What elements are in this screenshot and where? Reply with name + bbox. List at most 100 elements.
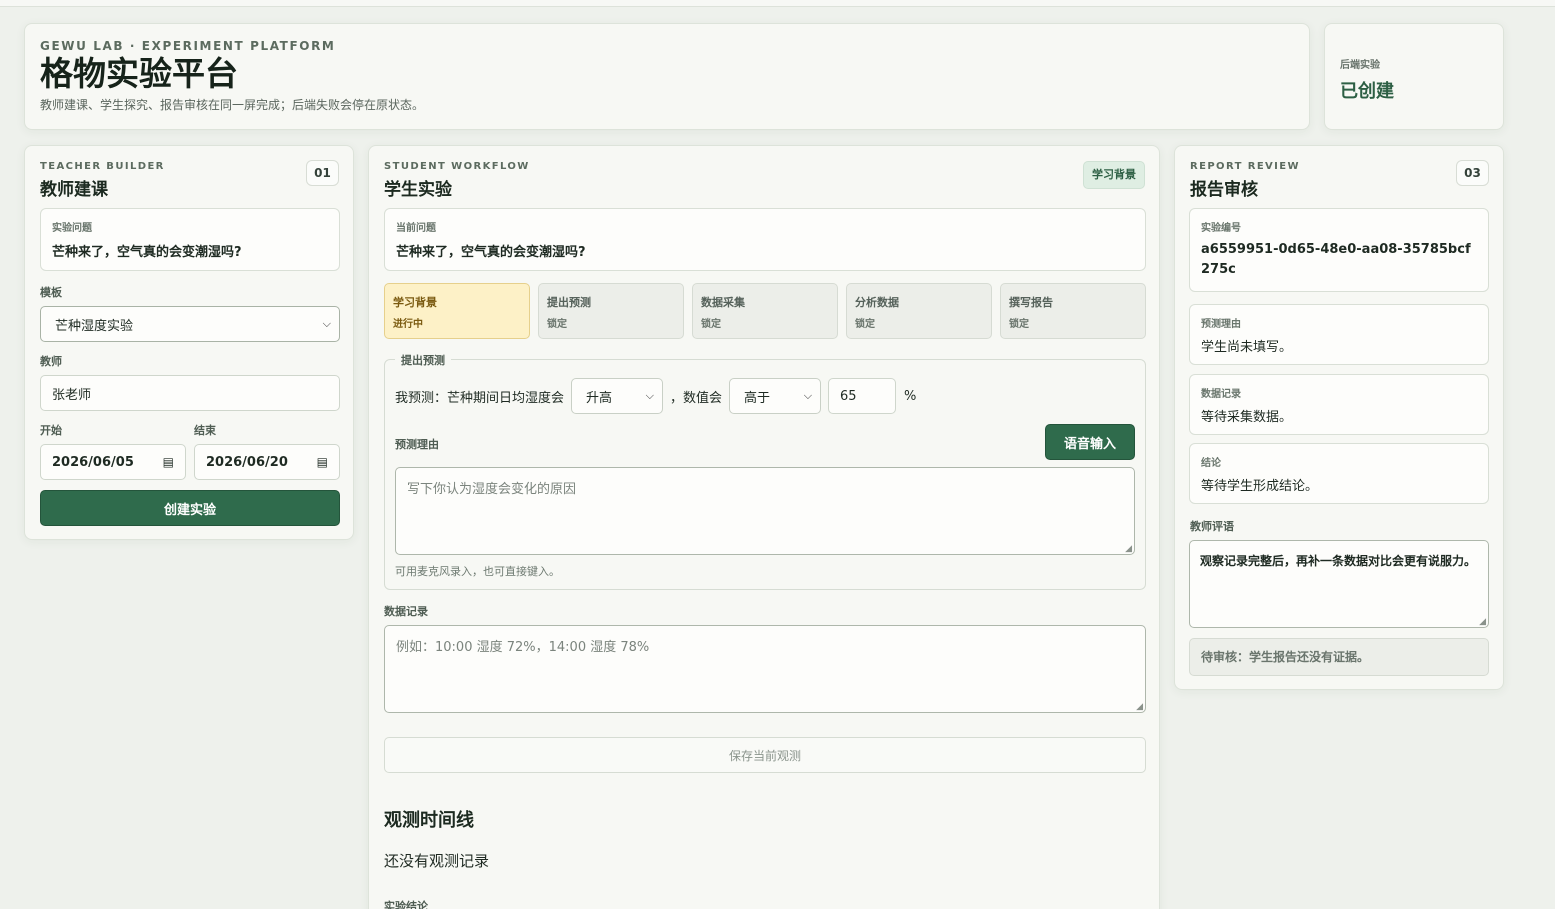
conclusion-label: 实验结论 [384, 900, 428, 909]
top-bar [0, 0, 1555, 7]
teacher-comment-textarea[interactable]: 观察记录完整后，再补一条数据对比会更有说服力。 ◢ [1189, 540, 1489, 628]
end-date-input[interactable]: 2026/06/20 ▤ [194, 444, 340, 480]
chevron-down-icon: ⌵ [645, 389, 655, 402]
review-conclusion-caption: 结论 [1201, 458, 1221, 469]
prediction-middle: ，数值会 [670, 390, 723, 406]
teacher-comment-value: 观察记录完整后，再补一条数据对比会更有说服力。 [1200, 554, 1477, 568]
experiment-question-box[interactable]: 实验问题 芒种来了，空气真的会变潮湿吗? [40, 208, 340, 271]
step-state: 锁定 [547, 319, 567, 330]
header-kicker: GEWU LAB · EXPERIMENT PLATFORM [40, 39, 336, 53]
direction-select-value: 升高 [586, 390, 613, 406]
header-card: GEWU LAB · EXPERIMENT PLATFORM 格物实验平台 教师… [24, 23, 1310, 130]
teacher-label: 教师 [40, 355, 62, 368]
prediction-legend: 提出预测 [395, 352, 451, 368]
step-write-report[interactable]: 撰写报告 锁定 [1000, 283, 1146, 339]
question-value: 芒种来了，空气真的会变潮湿吗? [52, 245, 242, 260]
save-observation-button[interactable]: 保存当前观测 [384, 737, 1146, 773]
teacher-name-input[interactable]: 张老师 [40, 375, 340, 411]
reason-placeholder: 写下你认为湿度会变化的原因 [407, 482, 577, 497]
experiment-id-caption: 实验编号 [1201, 223, 1241, 234]
current-question-value: 芒种来了，空气真的会变潮湿吗? [396, 245, 586, 260]
resize-handle-icon[interactable]: ◢ [1125, 544, 1132, 554]
data-record-box: 数据记录 等待采集数据。 [1189, 374, 1489, 435]
page-subtitle: 教师建课、学生探究、报告审核在同一屏完成；后端失败会停在原状态。 [40, 98, 425, 112]
student-kicker: STUDENT WORKFLOW [384, 161, 530, 172]
start-date-input[interactable]: 2026/06/05 ▤ [40, 444, 186, 480]
teacher-title: 教师建课 [40, 180, 108, 200]
question-caption: 实验问题 [52, 223, 92, 234]
prediction-reason-textarea[interactable]: 写下你认为湿度会变化的原因 ◢ [395, 467, 1135, 555]
calendar-icon[interactable]: ▤ [163, 455, 174, 469]
report-review-card: REPORT REVIEW 报告审核 03 实验编号 a6559951-0d65… [1174, 145, 1504, 690]
step-state: 锁定 [855, 319, 875, 330]
end-date-value: 2026/06/20 [206, 454, 288, 470]
end-date-label: 结束 [194, 424, 216, 437]
step-name: 撰写报告 [1009, 296, 1053, 309]
prediction-number-input[interactable]: 65 [828, 378, 897, 414]
template-select[interactable]: 芒种湿度实验 ⌵ [40, 306, 340, 342]
resize-handle-icon[interactable]: ◢ [1479, 617, 1486, 627]
data-record-textarea[interactable]: 例如：10:00 湿度 72%，14:00 湿度 78% ◢ [384, 625, 1146, 713]
step-make-prediction[interactable]: 提出预测 锁定 [538, 283, 684, 339]
conclusion-box: 结论 等待学生形成结论。 [1189, 443, 1489, 504]
step-name: 提出预测 [547, 296, 591, 309]
data-record-placeholder: 例如：10:00 湿度 72%，14:00 湿度 78% [396, 640, 650, 655]
prediction-reason-label: 预测理由 [395, 438, 439, 451]
student-workflow-card: STUDENT WORKFLOW 学生实验 学习背景 当前问题 芒种来了，空气真… [368, 145, 1160, 909]
teacher-kicker: TEACHER BUILDER [40, 161, 165, 172]
step-state: 进行中 [393, 319, 423, 330]
step-number-badge: 01 [306, 160, 339, 186]
start-date-value: 2026/06/05 [52, 454, 134, 470]
resize-handle-icon[interactable]: ◢ [1136, 702, 1143, 712]
teacher-name-value: 张老师 [52, 387, 92, 403]
review-title: 报告审核 [1190, 180, 1258, 200]
create-experiment-button[interactable]: 创建实验 [40, 490, 340, 526]
voice-input-button[interactable]: 语音输入 [1045, 424, 1135, 460]
step-state: 锁定 [1009, 319, 1029, 330]
step-learn-background[interactable]: 学习背景 进行中 [384, 283, 530, 339]
prediction-sentence: 我预测：芒种期间日均湿度会 升高 ⌵ ，数值会 高于 ⌵ 65 % [395, 378, 916, 414]
step-state: 锁定 [701, 319, 721, 330]
backend-status-card: 后端实验 已创建 [1324, 23, 1504, 130]
step-name: 数据采集 [701, 296, 745, 309]
review-reason-value: 学生尚未填写。 [1201, 340, 1293, 355]
experiment-id-value: a6559951-0d65-48e0-aa08-35785bcf275c [1201, 242, 1471, 277]
timeline-title: 观测时间线 [384, 810, 474, 831]
teacher-comment-label: 教师评语 [1190, 520, 1234, 533]
start-date-label: 开始 [40, 424, 62, 437]
experiment-id-box: 实验编号 a6559951-0d65-48e0-aa08-35785bcf275… [1189, 208, 1489, 292]
compare-select[interactable]: 高于 ⌵ [729, 378, 822, 414]
review-conclusion-value: 等待学生形成结论。 [1201, 479, 1319, 494]
step-collect-data[interactable]: 数据采集 锁定 [692, 283, 838, 339]
review-pending-status: 待审核：学生报告还没有证据。 [1189, 638, 1489, 676]
review-kicker: REPORT REVIEW [1190, 161, 1300, 172]
chevron-down-icon: ⌵ [803, 389, 813, 402]
status-label: 后端实验 [1340, 60, 1380, 71]
workflow-steps: 学习背景 进行中 提出预测 锁定 数据采集 锁定 分析数据 锁定 撰写报告 锁定 [384, 283, 1146, 339]
status-value: 已创建 [1340, 81, 1394, 102]
prediction-number-value: 65 [840, 388, 857, 404]
timeline-empty-text: 还没有观测记录 [384, 852, 490, 870]
chevron-down-icon: ⌵ [322, 317, 331, 330]
calendar-icon[interactable]: ▤ [317, 455, 328, 469]
data-record-label: 数据记录 [384, 605, 428, 618]
prediction-prefix: 我预测：芒种期间日均湿度会 [395, 390, 565, 406]
prediction-reason-box: 预测理由 学生尚未填写。 [1189, 304, 1489, 365]
direction-select[interactable]: 升高 ⌵ [571, 378, 664, 414]
template-select-value: 芒种湿度实验 [55, 318, 134, 334]
prediction-hint: 可用麦克风录入，也可直接键入。 [395, 565, 560, 578]
current-question-caption: 当前问题 [396, 223, 436, 234]
review-data-caption: 数据记录 [1201, 389, 1241, 400]
step-name: 学习背景 [393, 296, 437, 309]
step-name: 分析数据 [855, 296, 899, 309]
current-question-box: 当前问题 芒种来了，空气真的会变潮湿吗? [384, 208, 1146, 271]
teacher-builder-card: TEACHER BUILDER 教师建课 01 实验问题 芒种来了，空气真的会变… [24, 145, 354, 540]
compare-select-value: 高于 [744, 390, 771, 406]
template-label: 模板 [40, 286, 62, 299]
page-title: 格物实验平台 [40, 54, 238, 93]
step-analyze-data[interactable]: 分析数据 锁定 [846, 283, 992, 339]
review-data-value: 等待采集数据。 [1201, 410, 1293, 425]
student-title: 学生实验 [384, 180, 452, 200]
prediction-fieldset: 提出预测 我预测：芒种期间日均湿度会 升高 ⌵ ，数值会 高于 ⌵ 65 % 预… [384, 352, 1146, 590]
step-number-badge: 03 [1456, 160, 1489, 186]
